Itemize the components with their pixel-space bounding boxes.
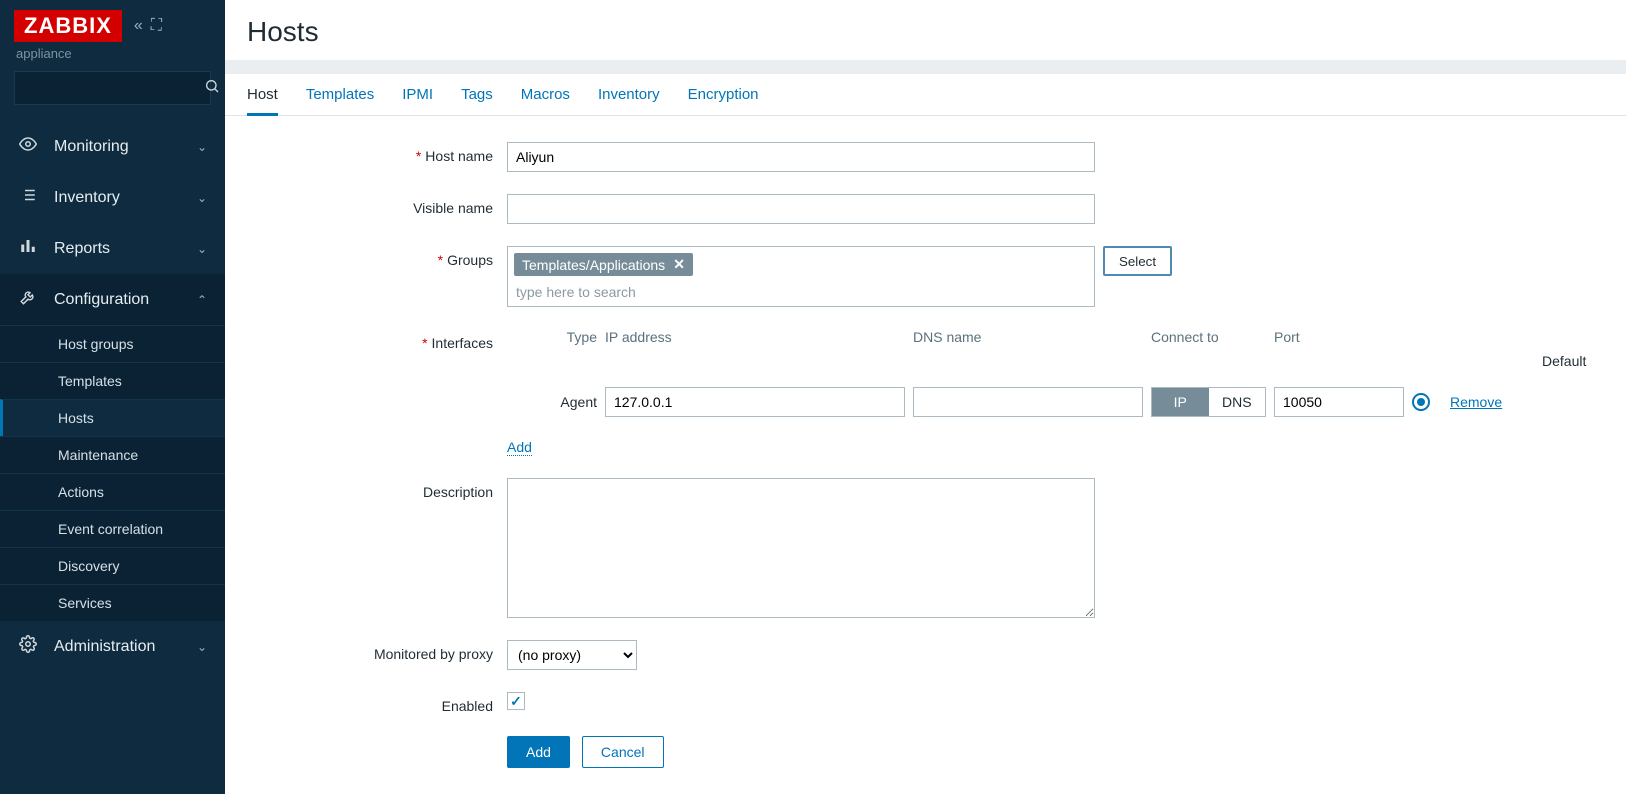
enabled-checkbox[interactable]: ✓ [507,692,525,710]
chevron-down-icon: ⌄ [197,191,207,205]
host-name-input[interactable] [507,142,1095,172]
subnav-event-correlation[interactable]: Event correlation [0,510,225,547]
nav-label: Reports [54,240,110,258]
proxy-select[interactable]: (no proxy) [507,640,637,670]
col-dns: DNS name [913,329,1143,345]
connect-to-ip[interactable]: IP [1152,388,1209,416]
col-ip: IP address [605,329,905,345]
subnav-actions[interactable]: Actions [0,473,225,510]
nav-reports[interactable]: Reports ⌄ [0,223,225,274]
subnav-discovery[interactable]: Discovery [0,547,225,584]
visible-name-input[interactable] [507,194,1095,224]
nav-label: Monitoring [54,138,129,156]
add-button[interactable]: Add [507,736,570,768]
col-type: Type [507,329,597,345]
cancel-button[interactable]: Cancel [582,736,664,768]
interface-type: Agent [507,394,597,410]
label-visible-name: Visible name [247,194,507,216]
label-description: Description [247,478,507,500]
wrench-icon [18,288,38,311]
label-proxy: Monitored by proxy [247,640,507,662]
label-host-name: *Host name [247,142,507,164]
main-content: Hosts Host Templates IPMI Tags Macros In… [225,0,1626,794]
nav-label: Configuration [54,291,149,309]
subnav-maintenance[interactable]: Maintenance [0,436,225,473]
connect-to-toggle: IP DNS [1151,387,1266,417]
nav-label: Administration [54,638,155,656]
chevron-up-icon: ⌃ [197,293,207,307]
logo-row: ZABBIX « ⛶ [0,0,225,46]
tab-encryption[interactable]: Encryption [688,86,759,115]
interface-dns-input[interactable] [913,387,1143,417]
description-textarea[interactable] [507,478,1095,618]
nav-administration[interactable]: Administration ⌄ [0,621,225,672]
configuration-subnav: Host groups Templates Hosts Maintenance … [0,325,225,621]
group-tag: Templates/Applications ✕ [514,253,693,276]
groups-select-button[interactable]: Select [1103,246,1172,276]
interface-port-input[interactable] [1274,387,1404,417]
sidebar: ZABBIX « ⛶ appliance Monitoring ⌄ Invent… [0,0,225,794]
add-interface-link[interactable]: Add [507,439,532,456]
col-connect-to: Connect to [1151,329,1266,345]
tabs: Host Templates IPMI Tags Macros Inventor… [225,74,1626,116]
interfaces-header: Type IP address DNS name Connect to Port… [507,329,1530,369]
eye-icon [18,135,38,158]
chevron-down-icon: ⌄ [197,242,207,256]
remove-tag-icon[interactable]: ✕ [673,256,685,273]
tab-ipmi[interactable]: IPMI [402,86,433,115]
label-groups: *Groups [247,246,507,268]
tab-templates[interactable]: Templates [306,86,374,115]
form-actions: Add Cancel [507,736,1604,768]
nav-label: Inventory [54,189,120,207]
page-title: Hosts [225,0,1626,60]
subnav-hosts[interactable]: Hosts [0,399,225,436]
group-tag-label: Templates/Applications [522,257,665,273]
toolbar-strip [225,60,1626,74]
label-enabled: Enabled [247,692,507,714]
interface-ip-input[interactable] [605,387,905,417]
groups-search-input[interactable] [514,280,1088,304]
appliance-label: appliance [0,46,225,71]
subnav-services[interactable]: Services [0,584,225,621]
nav-configuration[interactable]: Configuration ⌃ [0,274,225,325]
subnav-host-groups[interactable]: Host groups [0,325,225,362]
host-form: *Host name Visible name *Groups Template… [225,116,1626,794]
tab-inventory[interactable]: Inventory [598,86,660,115]
tab-host[interactable]: Host [247,86,278,116]
groups-multiselect[interactable]: Templates/Applications ✕ [507,246,1095,307]
list-icon [18,186,38,209]
interface-default-radio[interactable] [1412,393,1430,411]
collapse-sidebar-icon[interactable]: « [134,17,143,35]
nav-inventory[interactable]: Inventory ⌄ [0,172,225,223]
connect-to-dns[interactable]: DNS [1209,388,1266,416]
subnav-templates[interactable]: Templates [0,362,225,399]
bar-chart-icon [18,237,38,260]
col-port: Port [1274,329,1404,345]
chevron-down-icon: ⌄ [197,640,207,654]
brand-logo: ZABBIX [14,10,122,42]
search-icon[interactable] [204,78,220,99]
nav-monitoring[interactable]: Monitoring ⌄ [0,121,225,172]
chevron-down-icon: ⌄ [197,140,207,154]
sidebar-search-input[interactable] [23,80,204,96]
interface-row: Agent IP DNS Remove [507,387,1530,417]
gear-icon [18,635,38,658]
sidebar-search[interactable] [14,71,211,105]
col-default: Default [1542,353,1622,369]
label-interfaces: *Interfaces [247,329,507,351]
tab-tags[interactable]: Tags [461,86,493,115]
fullscreen-icon[interactable]: ⛶ [151,17,162,35]
tab-macros[interactable]: Macros [521,86,570,115]
interface-remove-link[interactable]: Remove [1450,394,1530,410]
